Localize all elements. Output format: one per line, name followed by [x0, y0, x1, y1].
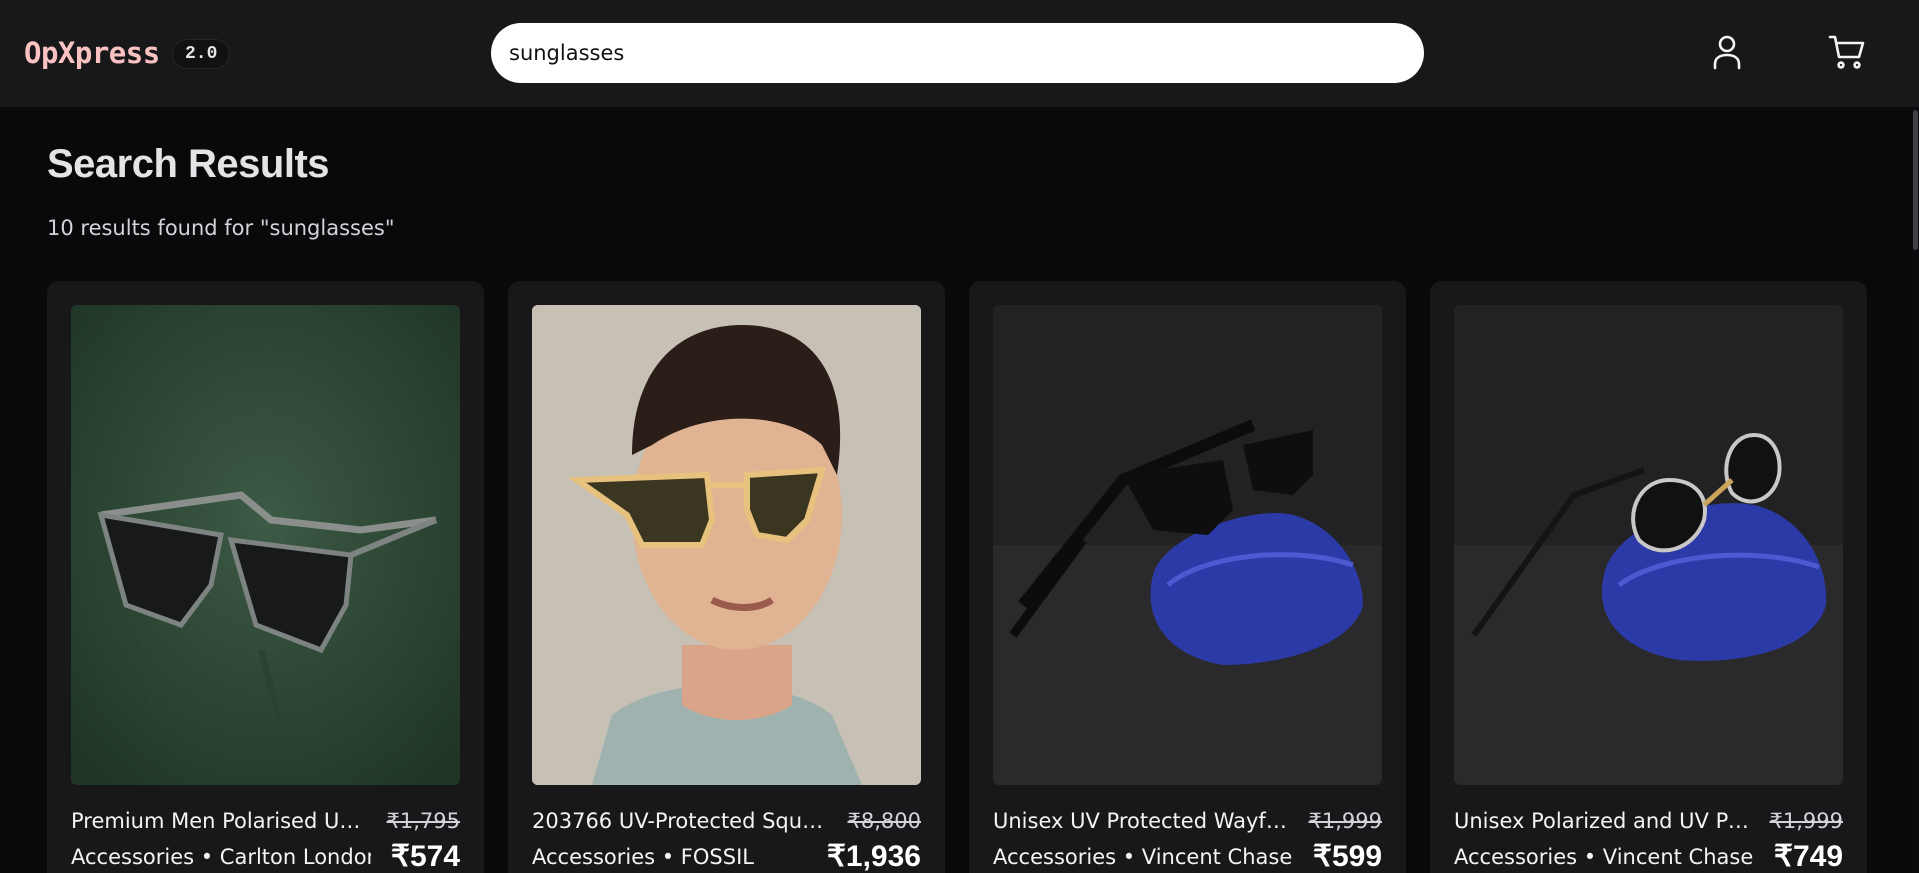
product-meta: Accessories • Vincent Chase	[1454, 845, 1754, 869]
product-image[interactable]	[993, 305, 1382, 785]
product-meta: Accessories • Vincent Chase	[993, 845, 1293, 869]
product-card[interactable]: 203766 UV-Protected Square Sunglasses ₹8…	[508, 281, 945, 873]
scrollbar-thumb[interactable]	[1913, 110, 1918, 250]
product-price: ₹574	[390, 840, 460, 873]
product-original-price: ₹1,999	[1769, 809, 1843, 833]
product-card[interactable]: Premium Men Polarised UV Protected Squar…	[47, 281, 484, 873]
product-card[interactable]: Unisex Polarized and UV Protected Round …	[1430, 281, 1867, 873]
product-image[interactable]	[532, 305, 921, 785]
product-name[interactable]: Unisex UV Protected Wayfarer Sunglasses	[993, 809, 1293, 833]
brand-logo[interactable]: OpXpress	[24, 36, 160, 70]
version-badge: 2.0	[172, 39, 231, 69]
product-original-price: ₹1,795	[386, 809, 460, 833]
user-icon	[1713, 35, 1741, 70]
page-title: Search Results	[47, 142, 330, 186]
product-name[interactable]: 203766 UV-Protected Square Sunglasses	[532, 809, 832, 833]
product-card[interactable]: Unisex UV Protected Wayfarer Sunglasses …	[969, 281, 1406, 873]
product-image[interactable]	[1454, 305, 1843, 785]
product-price: ₹1,936	[826, 840, 921, 873]
search-input[interactable]	[491, 23, 1424, 83]
account-button[interactable]	[1705, 30, 1749, 74]
product-meta: Accessories • FOSSIL	[532, 845, 754, 869]
top-navbar: OpXpress 2.0	[0, 0, 1919, 107]
results-count: 10 results found for "sunglasses"	[47, 216, 395, 240]
product-name[interactable]: Premium Men Polarised UV Protected Squar…	[71, 809, 371, 833]
cart-button[interactable]	[1825, 30, 1869, 74]
product-meta: Accessories • Carlton London	[71, 845, 371, 869]
product-original-price: ₹1,999	[1308, 809, 1382, 833]
product-price: ₹749	[1773, 840, 1843, 873]
product-original-price: ₹8,800	[847, 809, 921, 833]
product-name[interactable]: Unisex Polarized and UV Protected Round …	[1454, 809, 1754, 833]
cart-icon	[1828, 35, 1865, 69]
product-image[interactable]	[71, 305, 460, 785]
product-price: ₹599	[1312, 840, 1382, 873]
